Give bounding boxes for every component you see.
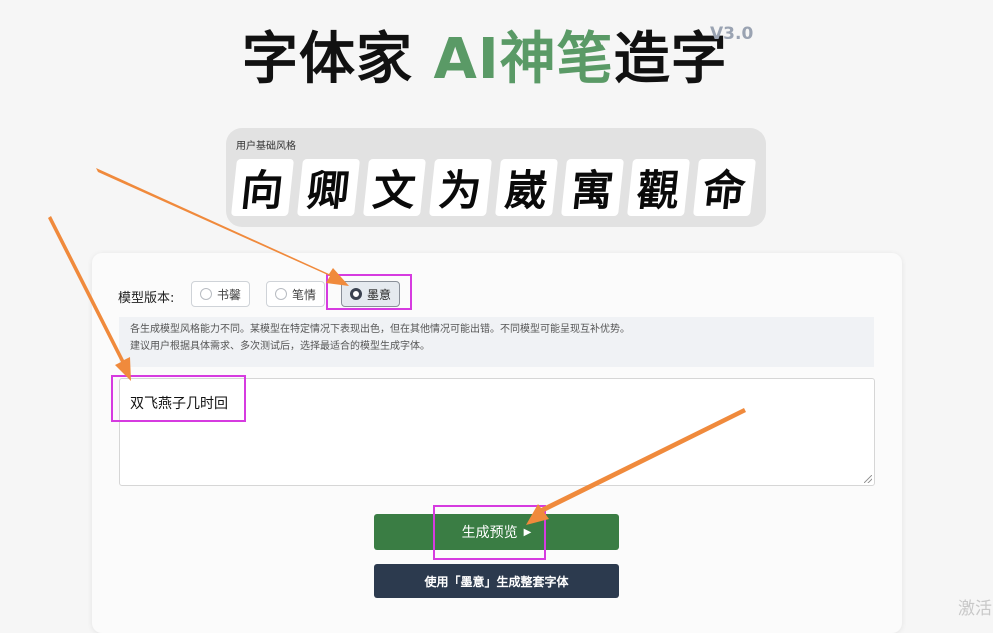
model-option-shuxin[interactable]: 书馨	[191, 281, 251, 307]
style-sample-tile[interactable]: 崴	[495, 159, 558, 216]
model-option-label: 书馨	[217, 287, 242, 302]
style-sample-tile[interactable]: 为	[429, 159, 492, 216]
resize-handle-icon[interactable]	[864, 475, 872, 483]
description-line: 建议用户根据具体需求、多次测试后，选择最适合的模型生成字体。	[130, 341, 430, 352]
description-line: 各生成模型风格能力不同。某模型在特定情况下表现出色，但在其他情况可能出错。不同模…	[130, 324, 630, 335]
radio-icon	[275, 288, 287, 300]
model-description: 各生成模型风格能力不同。某模型在特定情况下表现出色，但在其他情况可能出错。不同模…	[119, 317, 874, 367]
highlight-box-model	[326, 274, 412, 310]
highlight-box-button	[433, 505, 546, 560]
style-sample-list: 向 卿 文 为 崴 寓 觀 命	[231, 159, 756, 216]
style-sample-tile[interactable]: 命	[693, 159, 756, 216]
version-badge: V3.0	[710, 24, 754, 44]
model-option-biqing[interactable]: 笔情	[266, 281, 326, 307]
highlight-box-input	[111, 375, 246, 422]
radio-icon	[200, 288, 212, 300]
watermark: 激活	[958, 599, 992, 619]
model-option-label: 笔情	[292, 287, 317, 302]
generator-card: 模型版本: 书馨 笔情 墨意 各生成模型风格能力不同。某模型在特定情况下表现出色…	[92, 253, 902, 633]
style-sample-tile[interactable]: 卿	[297, 159, 360, 216]
base-style-label: 用户基础风格	[236, 141, 296, 152]
style-sample-tile[interactable]: 向	[231, 159, 294, 216]
style-sample-tile[interactable]: 文	[363, 159, 426, 216]
generate-full-font-button[interactable]: 使用「墨意」生成整套字体	[374, 564, 619, 598]
model-version-label: 模型版本:	[118, 291, 175, 306]
title-highlight: AI神笔	[433, 27, 614, 92]
page-title: 字体家 AI神笔造字	[242, 24, 728, 96]
style-sample-tile[interactable]: 寓	[561, 159, 624, 216]
title-text-part1: 字体家	[242, 27, 434, 92]
style-sample-tile[interactable]: 觀	[627, 159, 690, 216]
base-style-panel: 用户基础风格 向 卿 文 为 崴 寓 觀 命	[226, 128, 766, 227]
